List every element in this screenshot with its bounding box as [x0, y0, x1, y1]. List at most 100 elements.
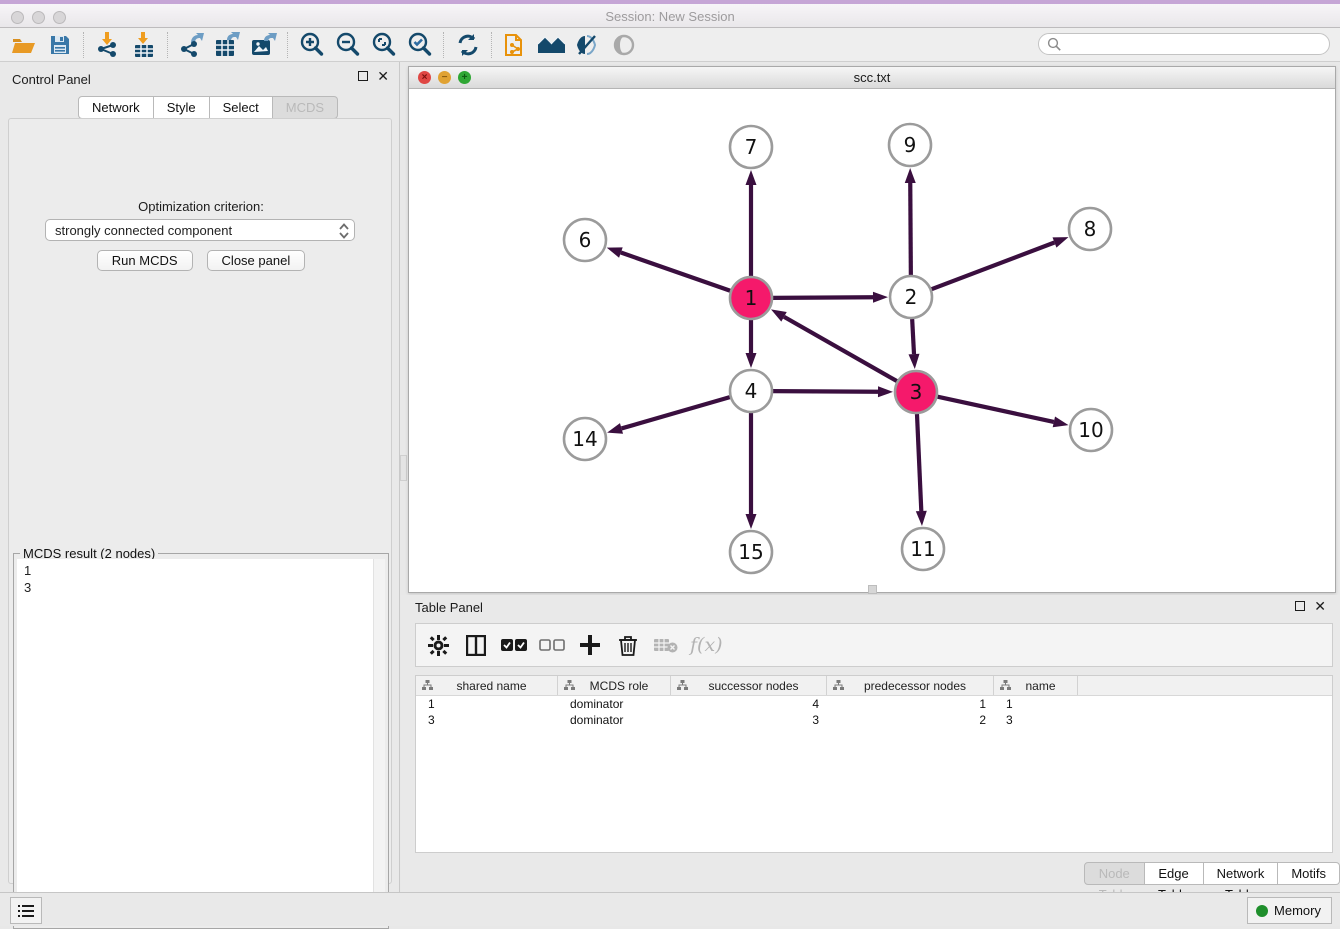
- tab-network[interactable]: Network: [78, 96, 154, 119]
- node-1[interactable]: 1: [730, 277, 772, 319]
- table-panel-tabs: Node TableEdge TableNetwork TableMotifs: [1084, 862, 1340, 885]
- hide-panels-icon[interactable]: [570, 30, 606, 60]
- edge-arrowhead: [916, 511, 927, 526]
- tab-mcds[interactable]: MCDS: [273, 96, 338, 119]
- edge-2-9[interactable]: [910, 183, 911, 275]
- table-panel: Table Panel ✕ f(x) shared nameMCDS roles…: [401, 595, 1340, 892]
- node-7[interactable]: 7: [730, 126, 772, 168]
- edge-arrowhead: [746, 353, 757, 368]
- run-mcds-button[interactable]: Run MCDS: [97, 250, 193, 271]
- node-label: 15: [738, 540, 763, 564]
- columns-icon[interactable]: [462, 630, 490, 660]
- network-window-title: scc.txt: [409, 70, 1335, 85]
- network-resize-handle[interactable]: [868, 585, 877, 594]
- float-table-panel-icon[interactable]: [1295, 601, 1305, 611]
- node-8[interactable]: 8: [1069, 208, 1111, 250]
- edge-2-8[interactable]: [932, 242, 1055, 289]
- table-cell: dominator: [558, 712, 671, 728]
- memory-button[interactable]: Memory: [1247, 897, 1332, 924]
- select-all-icon[interactable]: [500, 630, 528, 660]
- add-icon[interactable]: [576, 630, 604, 660]
- node-11[interactable]: 11: [902, 528, 944, 570]
- network-window-titlebar[interactable]: × − + scc.txt: [409, 67, 1335, 89]
- edge-2-3[interactable]: [912, 319, 914, 354]
- table-row[interactable]: 1dominator411: [416, 696, 1332, 712]
- zoom-in-icon[interactable]: [294, 30, 330, 60]
- node-14[interactable]: 14: [564, 418, 606, 460]
- gear-icon[interactable]: [424, 630, 452, 660]
- tab-edge-table[interactable]: Edge Table: [1145, 862, 1204, 885]
- edge-4-3[interactable]: [773, 391, 878, 392]
- zoom-selected-icon[interactable]: [402, 30, 438, 60]
- column-header-shared-name[interactable]: shared name: [416, 676, 558, 695]
- edge-3-11[interactable]: [917, 414, 921, 511]
- function-builder-icon: f(x): [690, 634, 723, 656]
- panel-divider-handle[interactable]: [400, 455, 407, 481]
- task-history-button[interactable]: [10, 897, 42, 924]
- node-3[interactable]: 3: [895, 371, 937, 413]
- export-image-icon[interactable]: [246, 30, 282, 60]
- home-icon[interactable]: [534, 30, 570, 60]
- node-4[interactable]: 4: [730, 370, 772, 412]
- float-panel-icon[interactable]: [358, 71, 368, 81]
- tab-motifs[interactable]: Motifs: [1278, 862, 1340, 885]
- mcds-panel: Optimization criterion: strongly connect…: [8, 118, 392, 884]
- column-header-name[interactable]: name: [994, 676, 1078, 695]
- network-canvas[interactable]: 7 9 6 8 1 2 4 3 14 10 15 11: [409, 89, 1335, 592]
- refresh-icon[interactable]: [450, 30, 486, 60]
- close-panel-button[interactable]: Close panel: [207, 250, 306, 271]
- criterion-dropdown[interactable]: strongly connected component: [45, 219, 355, 241]
- edge-arrowhead: [878, 386, 893, 397]
- close-table-panel-icon[interactable]: ✕: [1314, 601, 1326, 611]
- toolbar-separator: [491, 32, 493, 58]
- node-label: 4: [745, 379, 758, 403]
- table-cell: 2: [827, 712, 994, 728]
- table-cell: 1: [416, 696, 558, 712]
- table-cell: 1: [994, 696, 1078, 712]
- zoom-out-icon[interactable]: [330, 30, 366, 60]
- memory-label: Memory: [1274, 903, 1321, 918]
- tab-select[interactable]: Select: [210, 96, 273, 119]
- column-header-MCDS-role[interactable]: MCDS role: [558, 676, 671, 695]
- import-table-icon[interactable]: [126, 30, 162, 60]
- mcds-result-text[interactable]: 13: [17, 559, 385, 925]
- edge-4-14[interactable]: [622, 397, 730, 428]
- node-15[interactable]: 15: [730, 531, 772, 573]
- node-9[interactable]: 9: [889, 124, 931, 166]
- search-icon: [1047, 37, 1062, 52]
- edge-3-1[interactable]: [784, 317, 897, 381]
- node-6[interactable]: 6: [564, 219, 606, 261]
- list-icon: [18, 904, 34, 918]
- node-label: 6: [579, 228, 592, 252]
- column-header-successor-nodes[interactable]: successor nodes: [671, 676, 827, 695]
- delete-icon[interactable]: [614, 630, 642, 660]
- node-2[interactable]: 2: [890, 276, 932, 318]
- column-header-predecessor-nodes[interactable]: predecessor nodes: [827, 676, 994, 695]
- dropdown-stepper-icon: [338, 222, 350, 243]
- export-network-icon[interactable]: [174, 30, 210, 60]
- tab-style[interactable]: Style: [154, 96, 210, 119]
- tab-node-table[interactable]: Node Table: [1084, 862, 1145, 885]
- control-panel-title: Control Panel: [12, 72, 91, 87]
- edge-1-2[interactable]: [773, 297, 873, 298]
- open-file-icon[interactable]: [6, 30, 42, 60]
- edge-1-6[interactable]: [621, 253, 730, 291]
- import-network-icon[interactable]: [90, 30, 126, 60]
- table-row[interactable]: 3dominator323: [416, 712, 1332, 728]
- search-input[interactable]: [1038, 33, 1330, 55]
- node-label: 3: [910, 380, 923, 404]
- export-table-icon[interactable]: [210, 30, 246, 60]
- toolbar-separator: [443, 32, 445, 58]
- node-10[interactable]: 10: [1070, 409, 1112, 451]
- zoom-fit-icon[interactable]: [366, 30, 402, 60]
- close-panel-icon[interactable]: ✕: [377, 71, 389, 81]
- result-scrollbar[interactable]: [373, 559, 385, 925]
- edge-3-10[interactable]: [937, 397, 1053, 422]
- edge-arrowhead: [905, 168, 916, 183]
- tab-network-table[interactable]: Network Table: [1204, 862, 1279, 885]
- save-session-icon[interactable]: [42, 30, 78, 60]
- copy-network-icon[interactable]: [498, 30, 534, 60]
- node-table[interactable]: shared nameMCDS rolesuccessor nodesprede…: [415, 675, 1333, 853]
- result-line: 1: [24, 562, 385, 579]
- deselect-all-icon[interactable]: [538, 630, 566, 660]
